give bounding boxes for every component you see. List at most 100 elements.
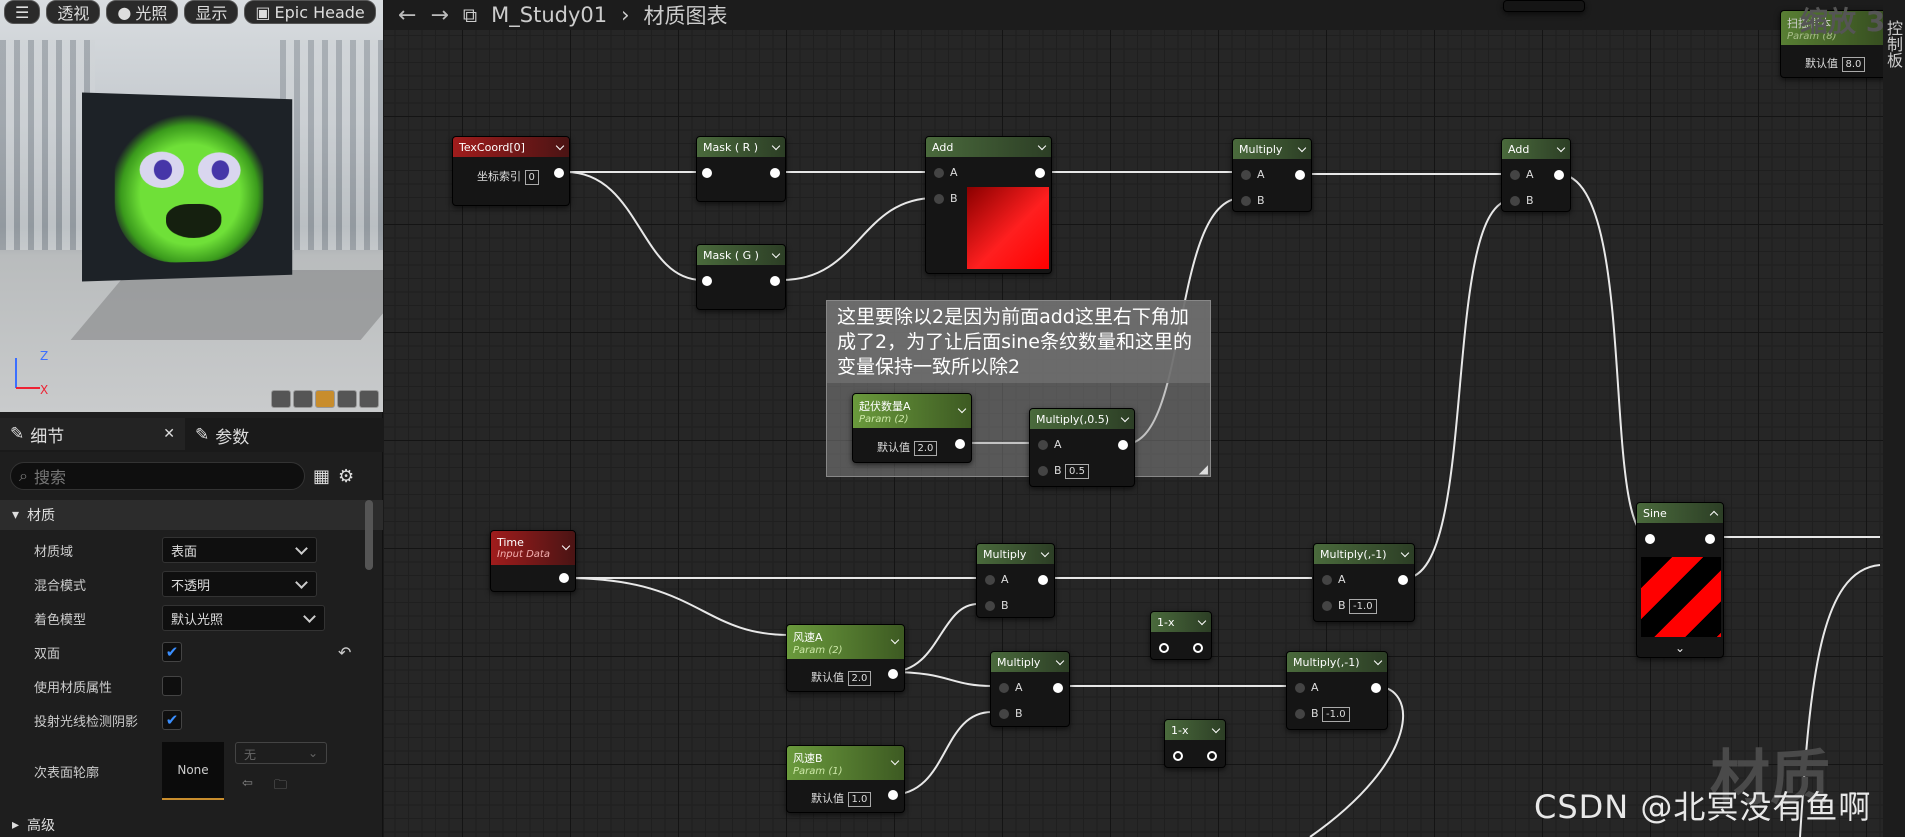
node-one-minus-1[interactable]: 1-x <box>1150 611 1212 660</box>
perspective-button[interactable]: 透视 <box>46 0 101 24</box>
lighting-button[interactable]: ● 光照 <box>106 0 179 24</box>
section-material[interactable]: ▾ 材质 <box>0 500 383 530</box>
collapse-icon[interactable] <box>1297 143 1307 153</box>
close-icon[interactable]: ✕ <box>163 426 175 442</box>
input-pin[interactable] <box>985 575 995 585</box>
search-input[interactable]: ⌕ 搜索 <box>10 462 305 490</box>
output-pin[interactable] <box>888 669 898 679</box>
node-multiply-half[interactable]: Multiply(,0.5) A B 0.5 <box>1029 408 1135 487</box>
node-texcoord[interactable]: TexCoord[0] 坐标索引 0 <box>452 136 570 206</box>
input-pin[interactable] <box>999 709 1009 719</box>
output-pin[interactable] <box>1207 751 1217 761</box>
sphere-icon[interactable] <box>293 390 313 408</box>
back-arrow-icon[interactable]: ← <box>398 3 416 28</box>
node-offscreen[interactable] <box>1503 0 1585 12</box>
output-pin[interactable] <box>1053 683 1063 693</box>
two-sided-checkbox[interactable]: ✔ <box>162 642 182 662</box>
output-pin[interactable] <box>1038 575 1048 585</box>
scrollbar[interactable] <box>365 500 373 570</box>
output-pin[interactable] <box>770 276 780 286</box>
node-multiply-3[interactable]: Multiply A B <box>990 651 1070 727</box>
node-sine[interactable]: Sine ⌄ <box>1636 502 1724 658</box>
input-pin[interactable] <box>1322 601 1332 611</box>
output-pin[interactable] <box>554 168 564 178</box>
input-pin[interactable] <box>985 601 995 611</box>
input-pin[interactable] <box>1510 196 1520 206</box>
collapse-icon[interactable] <box>771 249 781 259</box>
output-pin[interactable] <box>770 168 780 178</box>
input-pin[interactable] <box>1038 466 1048 476</box>
output-pin[interactable] <box>888 790 898 800</box>
material-domain-dropdown[interactable]: 表面 <box>162 537 317 563</box>
blend-mode-dropdown[interactable]: 不透明 <box>162 571 317 597</box>
tab-parameters[interactable]: ✎ 参数 <box>185 418 259 452</box>
collapse-icon[interactable] <box>890 635 900 645</box>
collapse-icon[interactable] <box>957 404 967 414</box>
input-pin[interactable] <box>1295 709 1305 719</box>
output-pin[interactable] <box>1193 643 1203 653</box>
tab-details[interactable]: ✎ 细节 ✕ <box>0 418 185 452</box>
output-pin[interactable] <box>1371 683 1381 693</box>
input-pin[interactable] <box>1241 196 1251 206</box>
chevron-down-icon[interactable]: ⌄ <box>1675 641 1685 655</box>
collapse-icon[interactable] <box>1197 616 1207 626</box>
collapse-icon[interactable] <box>1120 413 1130 423</box>
reset-icon[interactable]: ↶ <box>338 643 351 662</box>
breadcrumb-asset[interactable]: M_Study01 <box>491 3 607 27</box>
collapse-icon[interactable] <box>1556 143 1566 153</box>
input-pin[interactable] <box>702 276 712 286</box>
collapse-icon[interactable] <box>1211 724 1221 734</box>
node-multiply-neg1-a[interactable]: Multiply(,-1) A B -1.0 <box>1313 543 1415 622</box>
plane-icon[interactable] <box>315 390 335 408</box>
collapse-icon[interactable] <box>1037 141 1047 151</box>
preview-mesh-button[interactable]: ▣ Epic Heade <box>244 0 376 24</box>
output-pin[interactable] <box>1118 440 1128 450</box>
input-pin[interactable] <box>1322 575 1332 585</box>
collapse-icon[interactable] <box>1055 656 1065 666</box>
input-pin[interactable] <box>1173 751 1183 761</box>
collapse-icon[interactable] <box>1373 656 1383 666</box>
collapse-icon[interactable] <box>771 141 781 151</box>
node-multiply-2[interactable]: Multiply A B <box>976 543 1055 618</box>
resize-handle-icon[interactable]: ◢ <box>1199 462 1208 476</box>
output-pin[interactable] <box>1035 168 1045 178</box>
input-pin[interactable] <box>934 194 944 204</box>
node-one-minus-2[interactable]: 1-x <box>1164 719 1226 768</box>
node-param-fsb[interactable]: 风速B Param (1) 默认值 1.0 <box>786 745 905 813</box>
input-pin[interactable] <box>1295 683 1305 693</box>
ray-traced-shadows-checkbox[interactable]: ✔ <box>162 710 182 730</box>
material-attributes-checkbox[interactable] <box>162 676 182 696</box>
subsurface-thumbnail[interactable]: None <box>162 742 224 800</box>
collapse-icon[interactable] <box>1400 548 1410 558</box>
collapse-icon[interactable] <box>890 756 900 766</box>
show-button[interactable]: 显示 <box>184 0 239 24</box>
comment-text[interactable]: 这里要除以2是因为前面add这里右下角加成了2，为了让后面sine条纹数量和这里… <box>827 301 1210 383</box>
output-pin[interactable] <box>955 439 965 449</box>
breadcrumb-graph[interactable]: 材质图表 <box>644 0 728 30</box>
collapse-icon[interactable] <box>1709 510 1719 520</box>
input-pin[interactable] <box>1241 170 1251 180</box>
menu-button[interactable]: ☰ <box>4 0 41 24</box>
input-pin[interactable] <box>999 683 1009 693</box>
preview-viewport[interactable]: ☰ 透视 ● 光照 显示 ▣ Epic Heade Z X <box>0 0 383 412</box>
node-add-2[interactable]: Add A B <box>1501 138 1571 212</box>
output-pin[interactable] <box>1705 534 1715 544</box>
node-mask-r[interactable]: Mask ( R ) <box>696 136 786 202</box>
teapot-icon[interactable] <box>359 390 379 408</box>
output-pin[interactable] <box>559 573 569 583</box>
input-pin[interactable] <box>1510 170 1520 180</box>
input-pin[interactable] <box>1645 534 1655 544</box>
shading-model-dropdown[interactable]: 默认光照 <box>162 605 325 631</box>
node-time[interactable]: Time Input Data <box>490 530 576 592</box>
input-pin[interactable] <box>702 168 712 178</box>
gear-icon[interactable]: ⚙ <box>338 466 354 487</box>
input-pin[interactable] <box>934 168 944 178</box>
output-pin[interactable] <box>1295 170 1305 180</box>
node-mask-g[interactable]: Mask ( G ) <box>696 244 786 310</box>
cube-icon[interactable] <box>337 390 357 408</box>
arrow-left-icon[interactable]: ⇦ <box>242 776 253 791</box>
output-pin[interactable] <box>1398 575 1408 585</box>
forward-arrow-icon[interactable]: → <box>430 3 448 28</box>
collapse-icon[interactable] <box>555 141 565 151</box>
table-icon[interactable]: ▦ <box>313 466 330 487</box>
